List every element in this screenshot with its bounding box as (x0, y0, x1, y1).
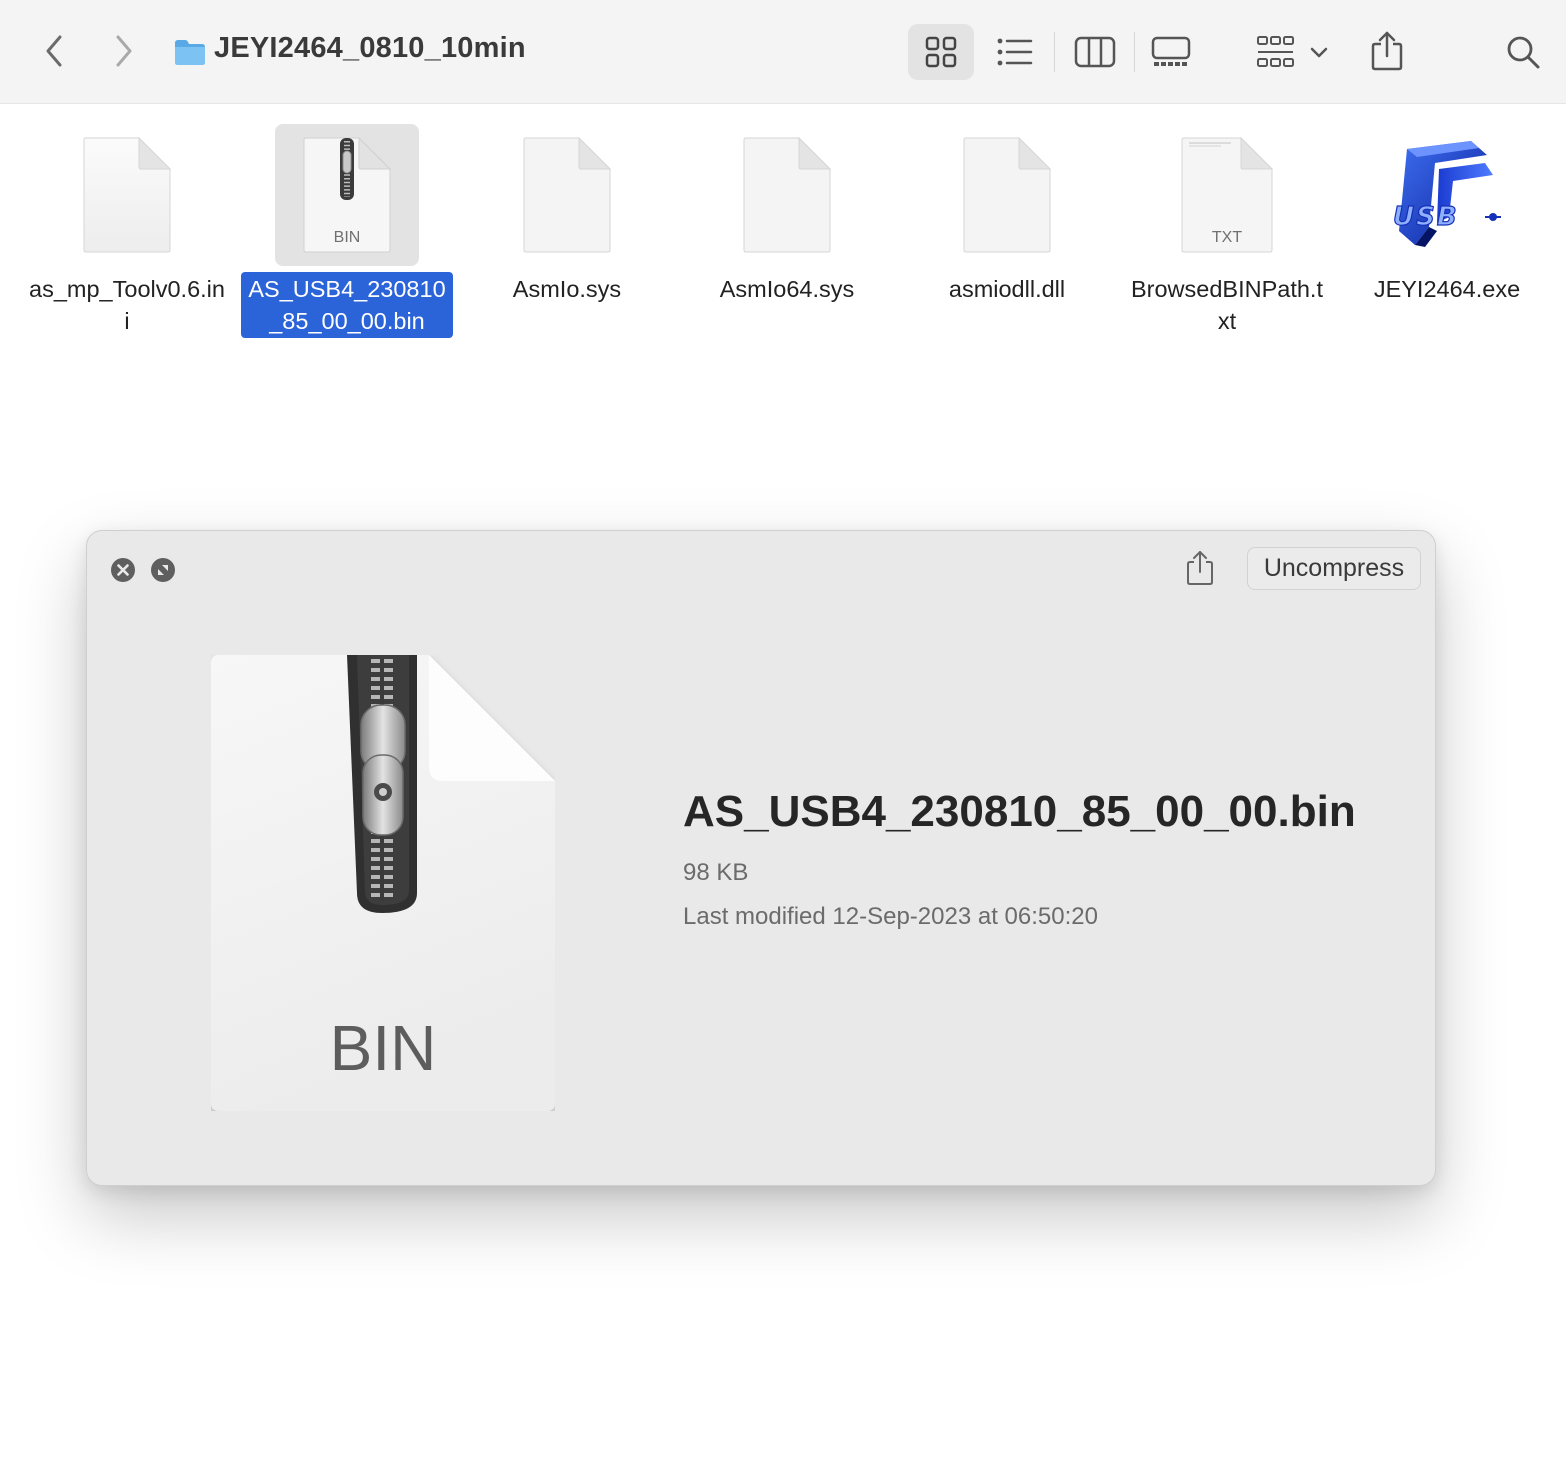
preview-modified-date: Last modified 12-Sep-2023 at 06:50:20 (683, 903, 1098, 930)
zip-archive-preview-icon: BIN (211, 655, 555, 1111)
file-item[interactable]: AsmIo.sys (457, 124, 677, 354)
usb-app-icon: USB (1392, 141, 1501, 247)
blank-document-icon (963, 137, 1051, 253)
search-icon (1507, 36, 1540, 69)
quick-look-panel: Uncompress BIN AS_USB4_230810_85_00_00.b… (86, 530, 1436, 1186)
file-name: AS_USB4_230810_85_00_00.bin (241, 272, 453, 338)
preview-file-size: 98 KB (683, 859, 749, 886)
share-icon (1187, 551, 1213, 585)
chevron-right-icon (116, 35, 132, 67)
file-thumbnail: BIN (275, 124, 419, 266)
chevron-left-icon (46, 35, 62, 67)
fullscreen-icon (151, 558, 175, 582)
folder-icon (175, 40, 205, 65)
toolbar-divider (1054, 32, 1055, 72)
search-button[interactable] (1498, 24, 1548, 80)
share-icon (1371, 31, 1403, 71)
blank-document-icon (523, 137, 611, 253)
file-name: asmiodll.dll (948, 276, 1066, 302)
file-thumbnail: TXT (1155, 124, 1299, 266)
chevron-down-icon (1310, 47, 1328, 58)
quick-look-share-button[interactable] (1183, 549, 1217, 587)
file-item[interactable]: AsmIo64.sys (677, 124, 897, 354)
zip-archive-icon: BIN (303, 137, 391, 253)
group-grid-icon (1257, 36, 1294, 67)
list-view-button[interactable] (988, 24, 1042, 80)
back-button[interactable] (32, 28, 76, 74)
share-button[interactable] (1362, 22, 1412, 80)
file-type-tag: TXT (1211, 229, 1243, 246)
close-icon (111, 558, 135, 582)
forward-button[interactable] (102, 28, 146, 74)
file-thumbnail (495, 124, 639, 266)
preview-file-name: AS_USB4_230810_85_00_00.bin (683, 787, 1356, 836)
close-button[interactable] (110, 557, 136, 583)
app-icon-label: USB (1393, 202, 1459, 232)
file-thumbnail (715, 124, 859, 266)
blank-document-icon (743, 137, 831, 253)
grid-icon (925, 36, 957, 68)
uncompress-button[interactable]: Uncompress (1247, 547, 1421, 590)
text-document-icon: TXT (1181, 137, 1273, 253)
file-thumbnail (55, 124, 199, 266)
group-button[interactable] (1248, 24, 1338, 80)
file-type-tag: BIN (333, 229, 361, 246)
file-item[interactable]: as_mp_Toolv0.6.ini (17, 124, 237, 354)
fullscreen-button[interactable] (150, 557, 176, 583)
file-name: BrowsedBINPath.txt (1130, 276, 1323, 334)
file-type-label: BIN (329, 1012, 437, 1084)
file-name: AsmIo64.sys (719, 276, 855, 302)
file-item[interactable]: asmiodll.dll (897, 124, 1117, 354)
file-thumbnail: USB (1375, 124, 1519, 266)
list-icon (997, 38, 1033, 66)
finder-toolbar: JEYI2464_0810_10min (0, 0, 1566, 104)
window-title: JEYI2464_0810_10min (214, 32, 526, 64)
file-item[interactable]: TXT BrowsedBINPath.txt (1117, 124, 1337, 354)
columns-icon (1074, 36, 1116, 68)
file-thumbnail (935, 124, 1079, 266)
toolbar-divider (1134, 32, 1135, 72)
column-view-button[interactable] (1068, 24, 1122, 80)
file-item[interactable]: USB JEYI2464.exe (1337, 124, 1557, 354)
blank-document-icon (83, 137, 171, 253)
file-name: AsmIo.sys (512, 276, 622, 302)
icon-view-button[interactable] (908, 24, 974, 80)
file-item-selected[interactable]: BIN AS_USB4_230810_85_00_00.bin (237, 124, 457, 354)
file-name: as_mp_Toolv0.6.ini (29, 276, 225, 334)
file-name: JEYI2464.exe (1373, 276, 1521, 302)
gallery-view-button[interactable] (1144, 24, 1198, 80)
gallery-icon (1151, 36, 1191, 66)
